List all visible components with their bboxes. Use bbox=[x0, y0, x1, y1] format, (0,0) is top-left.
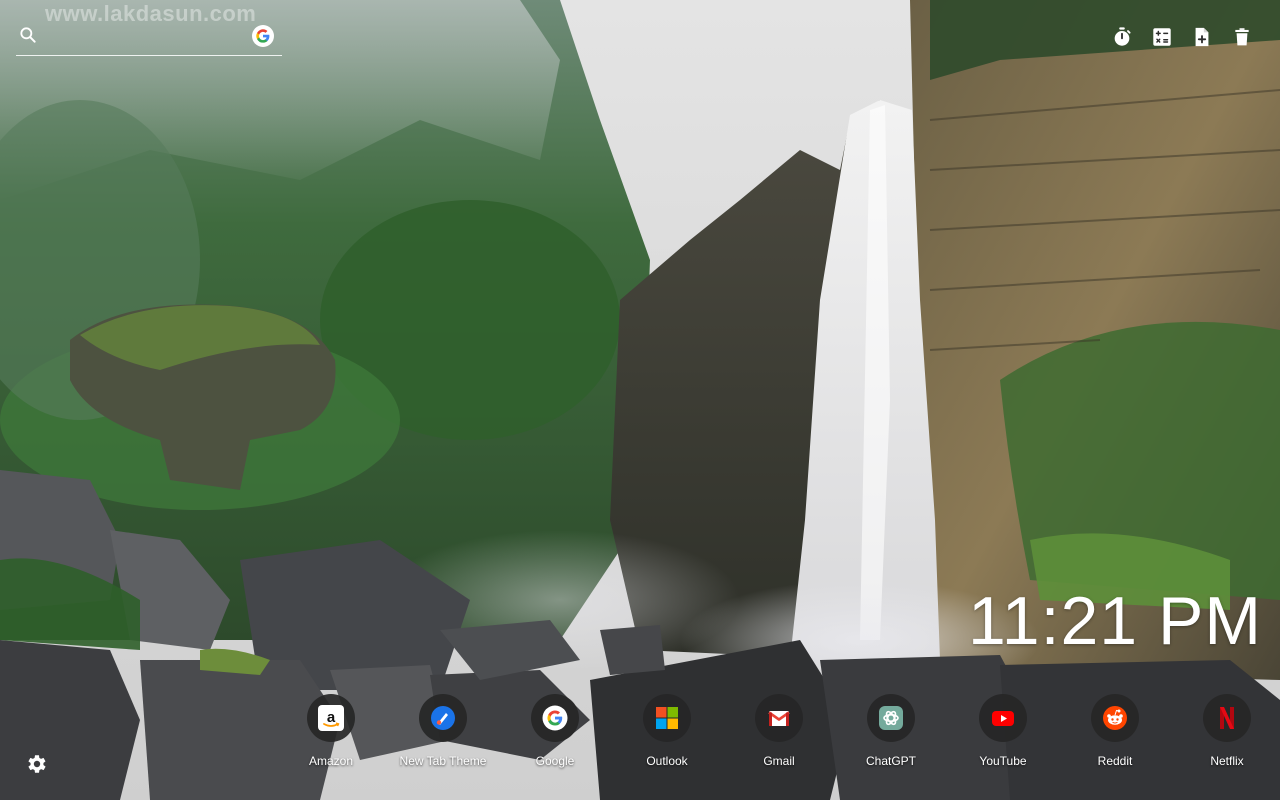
timer-button[interactable] bbox=[1110, 25, 1134, 49]
shortcut-tile bbox=[419, 694, 467, 742]
trash-icon bbox=[1235, 28, 1249, 46]
calculator-icon bbox=[1153, 28, 1171, 46]
add-note-button[interactable] bbox=[1190, 25, 1214, 49]
shortcut-netflix[interactable]: Netflix bbox=[1171, 694, 1280, 768]
shortcut-tile bbox=[531, 694, 579, 742]
settings-button[interactable] bbox=[24, 752, 48, 776]
new-tab-theme-icon bbox=[431, 706, 455, 730]
google-icon bbox=[542, 705, 568, 731]
shortcut-label: YouTube bbox=[979, 754, 1027, 768]
shortcut-tile bbox=[979, 694, 1027, 742]
shortcut-tile bbox=[643, 694, 691, 742]
shortcuts-dock: a Amazon New Tab Theme Google Outlook Gm… bbox=[275, 694, 1280, 768]
shortcut-label: New Tab Theme bbox=[399, 754, 487, 768]
shortcut-amazon[interactable]: a Amazon bbox=[275, 694, 387, 768]
search-engine-button[interactable] bbox=[252, 25, 274, 47]
chatgpt-icon bbox=[879, 706, 903, 730]
shortcut-outlook[interactable]: Outlook bbox=[611, 694, 723, 768]
youtube-icon bbox=[992, 711, 1014, 726]
timer-icon bbox=[1114, 27, 1131, 46]
shortcut-tile bbox=[755, 694, 803, 742]
shortcut-label: Reddit bbox=[1097, 754, 1133, 768]
shortcut-tile bbox=[1203, 694, 1251, 742]
netflix-icon bbox=[1220, 707, 1234, 729]
search-icon[interactable] bbox=[18, 25, 38, 45]
calculator-button[interactable] bbox=[1150, 25, 1174, 49]
gmail-icon bbox=[768, 711, 790, 726]
shortcut-chatgpt[interactable]: ChatGPT bbox=[835, 694, 947, 768]
google-icon bbox=[256, 29, 270, 43]
add-note-icon bbox=[1195, 27, 1209, 47]
shortcut-gmail[interactable]: Gmail bbox=[723, 694, 835, 768]
shortcut-label: Gmail bbox=[763, 754, 795, 768]
svg-text:a: a bbox=[327, 709, 336, 726]
amazon-icon: a bbox=[318, 705, 344, 731]
shortcut-label: Netflix bbox=[1210, 754, 1244, 768]
shortcut-tile: a bbox=[307, 694, 355, 742]
shortcut-tile bbox=[867, 694, 915, 742]
shortcut-label: ChatGPT bbox=[865, 754, 916, 768]
trash-button[interactable] bbox=[1230, 25, 1254, 49]
shortcut-reddit[interactable]: Reddit bbox=[1059, 694, 1171, 768]
search-bar bbox=[16, 22, 282, 56]
shortcut-label: Google bbox=[535, 754, 575, 768]
clock-time: 11:21 PM bbox=[967, 583, 1262, 659]
windows-icon bbox=[656, 707, 678, 729]
search-input[interactable] bbox=[46, 24, 240, 50]
shortcut-youtube[interactable]: YouTube bbox=[947, 694, 1059, 768]
background-waterfall-image bbox=[0, 0, 1280, 800]
top-toolbar bbox=[1110, 25, 1254, 49]
reddit-icon bbox=[1103, 706, 1127, 730]
shortcut-label: Outlook bbox=[646, 754, 688, 768]
gear-icon bbox=[28, 755, 46, 773]
shortcut-label: Amazon bbox=[308, 754, 354, 768]
shortcut-google[interactable]: Google bbox=[499, 694, 611, 768]
shortcut-new-tab-theme[interactable]: New Tab Theme bbox=[387, 694, 499, 768]
shortcut-tile bbox=[1091, 694, 1139, 742]
